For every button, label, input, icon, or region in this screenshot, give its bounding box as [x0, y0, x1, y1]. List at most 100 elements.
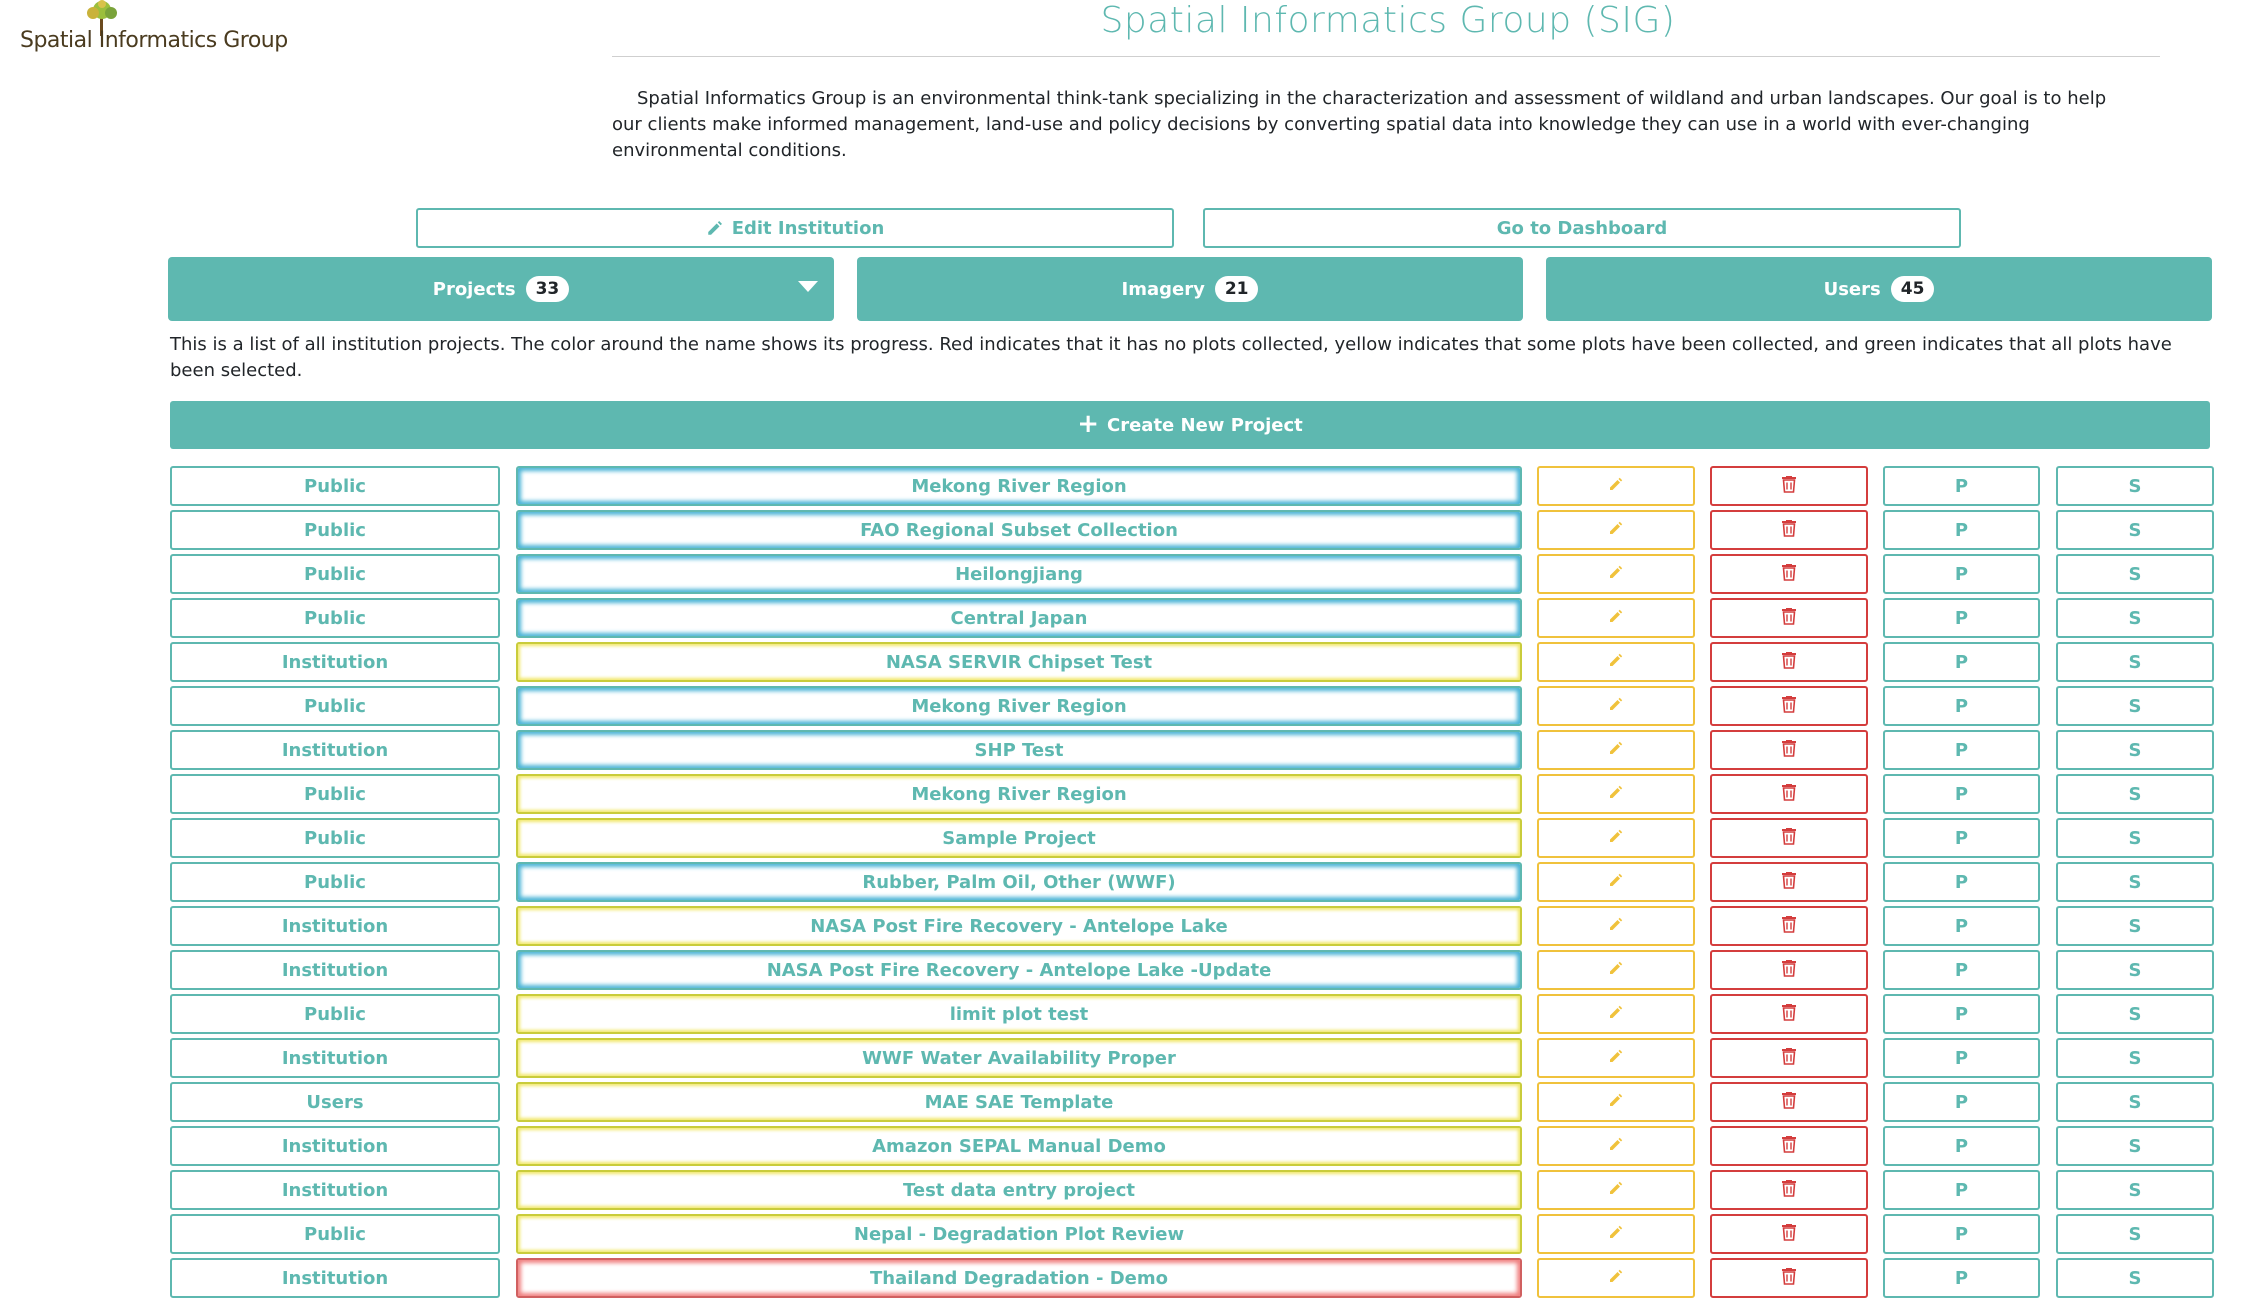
project-name-button[interactable]: Test data entry project: [516, 1170, 1522, 1210]
delete-project-button[interactable]: [1710, 950, 1868, 990]
edit-institution-button[interactable]: Edit Institution: [416, 208, 1174, 248]
project-p-button[interactable]: P: [1883, 510, 2040, 550]
delete-project-button[interactable]: [1710, 818, 1868, 858]
edit-project-button[interactable]: [1537, 686, 1695, 726]
delete-project-button[interactable]: [1710, 1126, 1868, 1166]
edit-project-button[interactable]: [1537, 862, 1695, 902]
project-name-button[interactable]: SHP Test: [516, 730, 1522, 770]
edit-project-button[interactable]: [1537, 1258, 1695, 1298]
project-visibility-button[interactable]: Institution: [170, 1126, 500, 1166]
edit-project-button[interactable]: [1537, 1082, 1695, 1122]
edit-project-button[interactable]: [1537, 1170, 1695, 1210]
project-visibility-button[interactable]: Public: [170, 598, 500, 638]
edit-project-button[interactable]: [1537, 1038, 1695, 1078]
project-p-button[interactable]: P: [1883, 686, 2040, 726]
project-p-button[interactable]: P: [1883, 1082, 2040, 1122]
edit-project-button[interactable]: [1537, 554, 1695, 594]
edit-project-button[interactable]: [1537, 906, 1695, 946]
edit-project-button[interactable]: [1537, 466, 1695, 506]
project-s-button[interactable]: S: [2056, 1126, 2214, 1166]
project-s-button[interactable]: S: [2056, 950, 2214, 990]
project-name-button[interactable]: Amazon SEPAL Manual Demo: [516, 1126, 1522, 1166]
edit-project-button[interactable]: [1537, 1214, 1695, 1254]
project-name-button[interactable]: NASA Post Fire Recovery - Antelope Lake …: [516, 950, 1522, 990]
project-p-button[interactable]: P: [1883, 1126, 2040, 1166]
delete-project-button[interactable]: [1710, 906, 1868, 946]
project-visibility-button[interactable]: Public: [170, 510, 500, 550]
project-p-button[interactable]: P: [1883, 554, 2040, 594]
project-visibility-button[interactable]: Public: [170, 862, 500, 902]
project-p-button[interactable]: P: [1883, 598, 2040, 638]
project-name-button[interactable]: Thailand Degradation - Demo: [516, 1258, 1522, 1298]
edit-project-button[interactable]: [1537, 1126, 1695, 1166]
delete-project-button[interactable]: [1710, 1170, 1868, 1210]
project-visibility-button[interactable]: Institution: [170, 642, 500, 682]
project-s-button[interactable]: S: [2056, 1038, 2214, 1078]
project-visibility-button[interactable]: Institution: [170, 1038, 500, 1078]
go-to-dashboard-button[interactable]: Go to Dashboard: [1203, 208, 1961, 248]
delete-project-button[interactable]: [1710, 466, 1868, 506]
project-name-button[interactable]: Mekong River Region: [516, 686, 1522, 726]
project-name-button[interactable]: FAO Regional Subset Collection: [516, 510, 1522, 550]
project-s-button[interactable]: S: [2056, 1258, 2214, 1298]
tab-imagery[interactable]: Imagery 21: [857, 257, 1523, 321]
project-p-button[interactable]: P: [1883, 862, 2040, 902]
project-p-button[interactable]: P: [1883, 466, 2040, 506]
delete-project-button[interactable]: [1710, 554, 1868, 594]
project-name-button[interactable]: Mekong River Region: [516, 466, 1522, 506]
caret-down-icon[interactable]: [798, 281, 818, 292]
project-visibility-button[interactable]: Institution: [170, 1258, 500, 1298]
project-p-button[interactable]: P: [1883, 642, 2040, 682]
project-name-button[interactable]: Heilongjiang: [516, 554, 1522, 594]
delete-project-button[interactable]: [1710, 1082, 1868, 1122]
delete-project-button[interactable]: [1710, 598, 1868, 638]
project-p-button[interactable]: P: [1883, 730, 2040, 770]
project-s-button[interactable]: S: [2056, 862, 2214, 902]
tab-projects[interactable]: Projects 33: [168, 257, 834, 321]
delete-project-button[interactable]: [1710, 1214, 1868, 1254]
project-visibility-button[interactable]: Public: [170, 466, 500, 506]
project-s-button[interactable]: S: [2056, 1082, 2214, 1122]
project-s-button[interactable]: S: [2056, 1214, 2214, 1254]
delete-project-button[interactable]: [1710, 510, 1868, 550]
edit-project-button[interactable]: [1537, 994, 1695, 1034]
project-s-button[interactable]: S: [2056, 598, 2214, 638]
edit-project-button[interactable]: [1537, 510, 1695, 550]
project-name-button[interactable]: Nepal - Degradation Plot Review: [516, 1214, 1522, 1254]
project-p-button[interactable]: P: [1883, 774, 2040, 814]
project-name-button[interactable]: MAE SAE Template: [516, 1082, 1522, 1122]
project-s-button[interactable]: S: [2056, 730, 2214, 770]
project-visibility-button[interactable]: Public: [170, 686, 500, 726]
project-visibility-button[interactable]: Institution: [170, 950, 500, 990]
delete-project-button[interactable]: [1710, 862, 1868, 902]
project-visibility-button[interactable]: Public: [170, 554, 500, 594]
project-p-button[interactable]: P: [1883, 950, 2040, 990]
project-name-button[interactable]: NASA SERVIR Chipset Test: [516, 642, 1522, 682]
project-visibility-button[interactable]: Institution: [170, 730, 500, 770]
project-name-button[interactable]: WWF Water Availability Proper: [516, 1038, 1522, 1078]
edit-project-button[interactable]: [1537, 642, 1695, 682]
project-p-button[interactable]: P: [1883, 818, 2040, 858]
project-p-button[interactable]: P: [1883, 994, 2040, 1034]
project-p-button[interactable]: P: [1883, 1170, 2040, 1210]
project-visibility-button[interactable]: Users: [170, 1082, 500, 1122]
project-visibility-button[interactable]: Public: [170, 774, 500, 814]
project-s-button[interactable]: S: [2056, 906, 2214, 946]
edit-project-button[interactable]: [1537, 774, 1695, 814]
project-s-button[interactable]: S: [2056, 510, 2214, 550]
project-name-button[interactable]: Central Japan: [516, 598, 1522, 638]
project-visibility-button[interactable]: Public: [170, 1214, 500, 1254]
project-name-button[interactable]: Mekong River Region: [516, 774, 1522, 814]
project-s-button[interactable]: S: [2056, 554, 2214, 594]
edit-project-button[interactable]: [1537, 950, 1695, 990]
project-name-button[interactable]: Sample Project: [516, 818, 1522, 858]
delete-project-button[interactable]: [1710, 642, 1868, 682]
edit-project-button[interactable]: [1537, 818, 1695, 858]
project-visibility-button[interactable]: Institution: [170, 906, 500, 946]
institution-logo[interactable]: Spatial Informatics Group: [20, 0, 288, 56]
delete-project-button[interactable]: [1710, 1038, 1868, 1078]
project-p-button[interactable]: P: [1883, 1214, 2040, 1254]
project-s-button[interactable]: S: [2056, 994, 2214, 1034]
delete-project-button[interactable]: [1710, 774, 1868, 814]
project-p-button[interactable]: P: [1883, 1258, 2040, 1298]
